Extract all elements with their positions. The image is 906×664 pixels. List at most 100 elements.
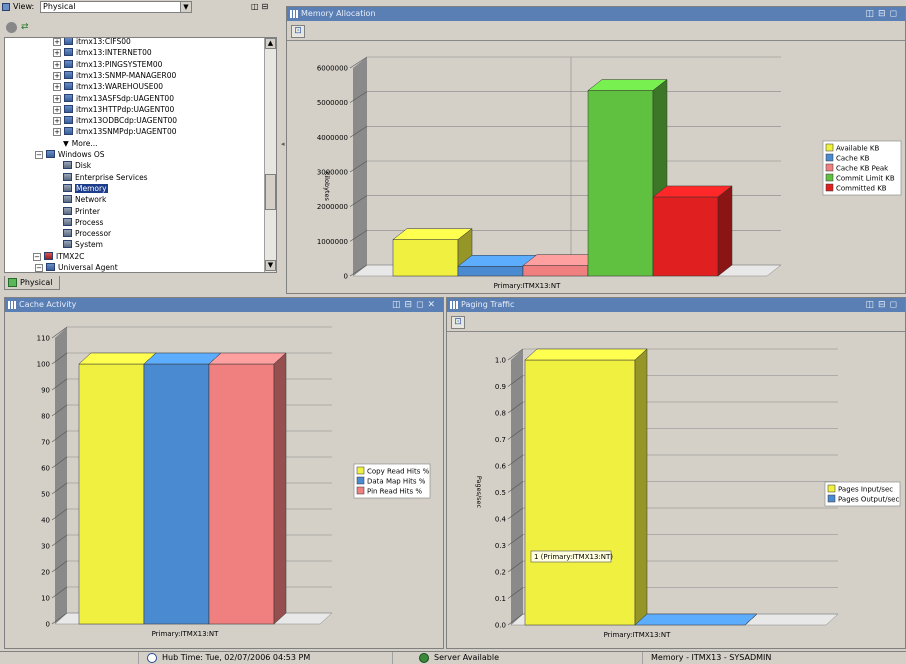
- y-axis-label: Pages/sec: [475, 476, 483, 509]
- expand-toggle-icon[interactable]: +: [53, 105, 61, 114]
- tree-item[interactable]: + itmx13:SNMP-MANAGER00: [53, 70, 176, 81]
- chart-icon: [8, 301, 16, 309]
- y-tick-label: 6000000: [317, 65, 348, 73]
- expand-toggle-icon[interactable]: −: [35, 264, 43, 272]
- chevron-down-icon[interactable]: ▼: [180, 2, 191, 12]
- more-icon: ▼: [63, 138, 69, 148]
- tree-item-label: itmx13SNMPdp:UAGENT00: [76, 127, 177, 137]
- clock-icon: [147, 653, 157, 663]
- paging-title: Paging Traffic: [461, 300, 515, 309]
- paging-window-controls[interactable]: ◫⊟◻: [865, 298, 901, 312]
- legend-swatch: [356, 476, 365, 485]
- y-tick-label: 40: [41, 517, 50, 525]
- bar-top: [143, 352, 222, 365]
- tree-item-label: ITMX2C: [56, 251, 85, 261]
- tab-physical-label: Physical: [20, 278, 53, 287]
- bar-side: [634, 348, 648, 626]
- cache-chart-area: 0 10 20 30 40 50 60 70 80 90 100 110 Primary:ITMX13:…: [5, 314, 443, 648]
- memory-window-controls[interactable]: ◫⊟◻: [865, 7, 901, 21]
- cache-window-controls[interactable]: ◫⊟◻✕: [392, 298, 439, 312]
- tree-item[interactable]: − ITMX2C: [33, 251, 84, 262]
- tree-item[interactable]: − Windows OS: [35, 149, 105, 160]
- tree-item[interactable]: + itmx13HTTPdp:UAGENT00: [53, 104, 174, 115]
- tree-item[interactable]: + itmx13:WAREHOUSE00: [53, 81, 163, 92]
- legend-entry: Pages Output/sec: [838, 496, 899, 504]
- tree-item[interactable]: + itmx13:CIFS00: [53, 38, 131, 47]
- y-tick-label: 0.5: [495, 489, 506, 497]
- tree-item[interactable]: System: [63, 239, 103, 250]
- view-select-value: Physical: [43, 2, 76, 11]
- bar-front: [587, 90, 654, 277]
- tree-item[interactable]: Printer: [63, 206, 100, 217]
- expand-toggle-icon[interactable]: +: [53, 128, 61, 137]
- tree-item-label: itmx13:WAREHOUSE00: [76, 82, 164, 92]
- tree-item[interactable]: Processor: [63, 228, 111, 239]
- tab-physical[interactable]: Physical: [4, 276, 60, 290]
- paging-chart-area: 0.0 0.1 0.2 0.3 0.4 0.5 0.6 0.7 0.8 0.9 1.0 Primary…: [447, 331, 905, 648]
- legend: Available KB Cache KB Cache KB Peak Commit …: [822, 140, 902, 196]
- expand-toggle-icon[interactable]: +: [53, 49, 61, 58]
- tree-item[interactable]: + itmx13ODBCdp:UAGENT00: [53, 115, 177, 126]
- workspace-icon: [63, 240, 72, 249]
- tree-item-label: itmx13:INTERNET00: [76, 48, 152, 58]
- workspace-icon: [63, 172, 72, 181]
- scroll-thumb[interactable]: [265, 174, 276, 210]
- tree-scrollbar[interactable]: ▲ ▼: [264, 38, 276, 272]
- workspace-icon: [63, 217, 72, 226]
- cache-titlebar: Cache Activity ◫⊟◻✕: [5, 298, 443, 312]
- memory-titlebar: Memory Allocation ◫⊟◻: [287, 7, 905, 21]
- view-label: View:: [13, 2, 35, 11]
- y-tick-label: 70: [41, 439, 50, 447]
- navigator-tree[interactable]: + itmx13:CIFS00 + itmx13:INTERNET00 + itmx13:…: [4, 37, 277, 273]
- cache-title: Cache Activity: [19, 300, 77, 309]
- cache-activity-panel: Cache Activity ◫⊟◻✕ 0 10 20 30 40 50 60 70 80 90 1…: [4, 297, 444, 649]
- view-select[interactable]: Physical ▼: [40, 1, 192, 13]
- scroll-down-button[interactable]: ▼: [265, 260, 276, 271]
- tree-item[interactable]: Disk: [63, 160, 91, 171]
- agent-icon: [46, 263, 55, 271]
- tree-item[interactable]: ▼ More...: [63, 138, 98, 149]
- expand-toggle-icon[interactable]: +: [53, 83, 61, 92]
- expand-toggle-icon[interactable]: −: [33, 252, 41, 261]
- server-segment: Server Available: [392, 652, 642, 664]
- legend-swatch: [825, 143, 834, 152]
- y-tick-label: 10: [41, 595, 50, 603]
- tree-item[interactable]: + itmx13ASFSdp:UAGENT00: [53, 93, 174, 104]
- expand-toggle-icon[interactable]: +: [53, 117, 61, 126]
- tree-item[interactable]: Process: [63, 217, 103, 228]
- expand-toggle-icon[interactable]: +: [53, 94, 61, 103]
- memory-title: Memory Allocation: [301, 9, 376, 18]
- tree-item-label: itmx13:PINGSYSTEM00: [76, 59, 163, 69]
- x-axis-label: Primary:ITMX13:NT: [494, 282, 562, 290]
- legend-swatch: [827, 484, 836, 493]
- splitter-handle[interactable]: ◂: [281, 140, 285, 156]
- memory-properties-button[interactable]: ⊡: [291, 25, 305, 38]
- tree-item-label: itmx13ASFSdp:UAGENT00: [76, 93, 174, 103]
- tree-item-label: Enterprise Services: [75, 172, 148, 182]
- agent-icon: [64, 104, 73, 113]
- expand-toggle-icon[interactable]: +: [53, 71, 61, 80]
- scroll-up-button[interactable]: ▲: [265, 38, 276, 49]
- expand-toggle-icon[interactable]: −: [35, 151, 43, 159]
- tree-item[interactable]: Memory: [63, 183, 108, 194]
- legend-entry: Cache KB Peak: [836, 165, 889, 173]
- tree-item[interactable]: + itmx13SNMPdp:UAGENT00: [53, 126, 177, 137]
- tree-item[interactable]: + itmx13:PINGSYSTEM00: [53, 59, 162, 70]
- bar-top: [524, 348, 648, 361]
- navigator-header: View: Physical ▼ ◫⊟ ⇄: [0, 0, 285, 33]
- tree-item[interactable]: Enterprise Services: [63, 172, 148, 183]
- paging-properties-button[interactable]: ⊡: [451, 316, 465, 329]
- refresh-icon[interactable]: ⇄: [21, 22, 33, 33]
- tree-item[interactable]: Network: [63, 194, 106, 205]
- legend: Copy Read Hits % Data Map Hits % Pin Read …: [353, 463, 431, 499]
- tree-item[interactable]: + itmx13:INTERNET00: [53, 47, 152, 58]
- navigator-window-controls[interactable]: ◫⊟: [251, 2, 271, 11]
- back-icon[interactable]: [6, 22, 17, 33]
- tree-item-label: System: [75, 240, 103, 250]
- bar-front: [208, 363, 275, 625]
- workspace-segment: Memory - ITMX13 - SYSADMIN: [642, 652, 906, 664]
- expand-toggle-icon[interactable]: +: [53, 38, 61, 46]
- expand-toggle-icon[interactable]: +: [53, 60, 61, 69]
- tree-item[interactable]: − Universal Agent: [35, 262, 118, 272]
- y-tick-label: 90: [41, 387, 50, 395]
